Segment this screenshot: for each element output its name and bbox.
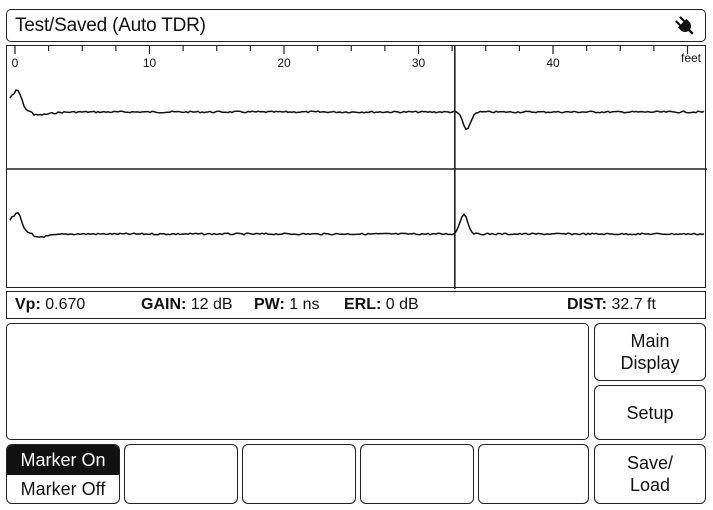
- tick-label: 40: [546, 56, 560, 70]
- trace-top: [9, 89, 705, 131]
- scale-minor-ticks: [48, 46, 655, 51]
- marker-on-option[interactable]: Marker On: [7, 445, 119, 475]
- pw-readout: PW: 1 ns: [254, 296, 320, 313]
- tick-label: 0: [12, 56, 19, 70]
- softkey-4[interactable]: [360, 444, 474, 504]
- gain-readout: GAIN: 12 dB: [141, 296, 233, 313]
- main-display-button[interactable]: Main Display: [594, 323, 706, 381]
- dist-readout: DIST: 32.7 ft: [567, 296, 656, 313]
- tick-label: 20: [277, 56, 291, 70]
- screen-title: Test/Saved (Auto TDR): [15, 15, 206, 36]
- save-load-button[interactable]: Save/ Load: [594, 444, 706, 504]
- scale-unit-label: feet: [681, 51, 702, 65]
- tick-label: 10: [143, 56, 157, 70]
- tdr-screen: Test/Saved (Auto TDR) 0 10 20 30 40 feet Vp:…: [0, 0, 713, 510]
- vp-readout: Vp: 0.670: [15, 296, 86, 313]
- softkey-3[interactable]: [242, 444, 356, 504]
- waveform-display[interactable]: 0 10 20 30 40 feet: [6, 45, 707, 289]
- plug-icon: [675, 16, 694, 35]
- scale-tick-labels: 0 10 20 30 40: [12, 56, 560, 70]
- trace-bottom: [9, 211, 705, 239]
- softkey-5[interactable]: [478, 444, 589, 504]
- marker-toggle[interactable]: Marker On Marker Off: [6, 444, 120, 504]
- message-area: [6, 323, 589, 440]
- marker-off-option[interactable]: Marker Off: [7, 475, 119, 503]
- erl-readout: ERL: 0 dB: [344, 296, 419, 313]
- tick-label: 30: [412, 56, 426, 70]
- waveform-plot: 0 10 20 30 40 feet: [7, 46, 707, 289]
- title-bar: Test/Saved (Auto TDR): [6, 9, 706, 42]
- status-bar: Vp: 0.670 GAIN: 12 dB PW: 1 ns ERL: 0 dB…: [6, 291, 706, 319]
- softkey-2[interactable]: [124, 444, 238, 504]
- setup-button[interactable]: Setup: [594, 385, 706, 440]
